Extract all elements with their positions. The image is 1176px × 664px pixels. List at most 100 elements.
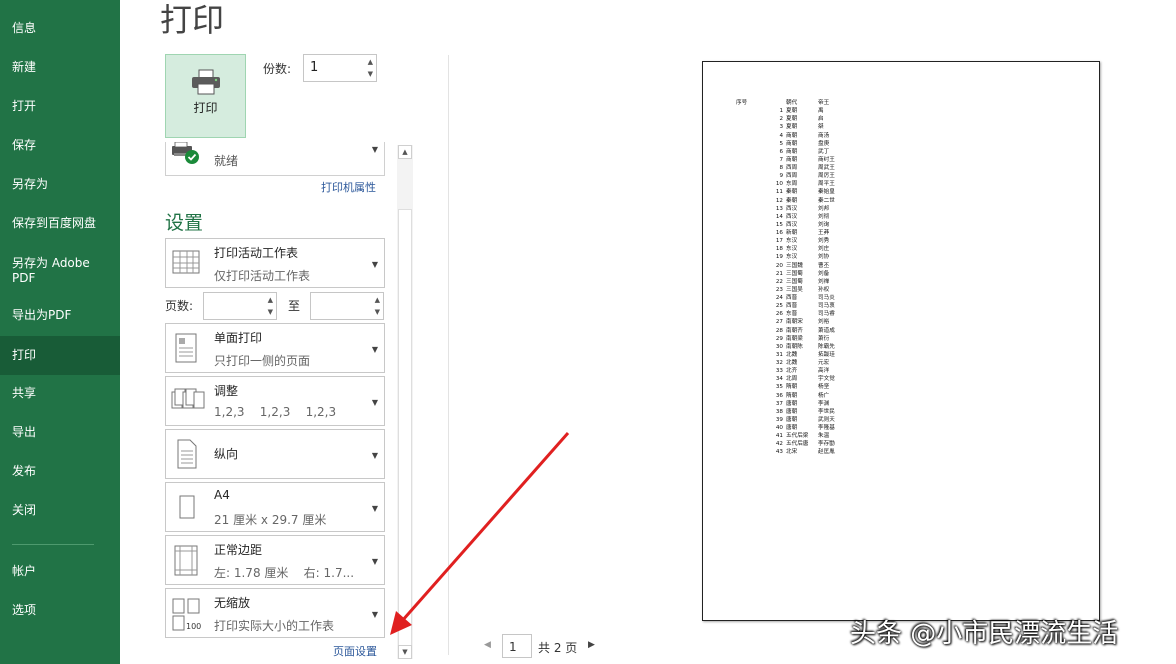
preview-cell-name: 萧衍 xyxy=(818,335,830,342)
nav-export[interactable]: 导出 xyxy=(0,425,120,440)
preview-cell-name: 桀 xyxy=(818,124,824,131)
preview-cell-name: 司马睿 xyxy=(818,311,835,318)
preview-cell-no: 32 xyxy=(775,360,783,366)
collate-dropdown[interactable]: 调整 1,2,3 1,2,3 1,2,3 ▼ xyxy=(165,376,385,426)
up-icon[interactable]: ▲ xyxy=(268,296,273,304)
chevron-down-icon: ▼ xyxy=(371,398,378,407)
preview-cell-era: 唐朝 xyxy=(786,400,798,407)
preview-cell-era: 北周 xyxy=(786,376,798,383)
preview-cell-name: 周平王 xyxy=(818,181,835,188)
scaling-dropdown[interactable]: 100 无缩放 打印实际大小的工作表 ▼ xyxy=(165,588,385,638)
chevron-down-icon: ▼ xyxy=(371,260,378,269)
printer-selector[interactable]: 就绪 ▼ xyxy=(165,142,385,176)
scroll-down-icon[interactable]: ▼ xyxy=(398,645,412,659)
preview-cell-name: 拓跋珪 xyxy=(818,351,835,358)
preview-cell-era: 东汉 xyxy=(786,254,798,261)
page-setup-link[interactable]: 页面设置 xyxy=(333,643,377,659)
nav-share[interactable]: 共享 xyxy=(0,386,120,401)
preview-cell-name: 刘禅 xyxy=(818,278,830,285)
preview-cell-no: 3 xyxy=(779,124,783,131)
preview-cell-era: 夏朝 xyxy=(786,124,798,131)
scroll-up-icon[interactable]: ▲ xyxy=(398,145,412,159)
next-page-icon[interactable]: ▶ xyxy=(588,640,595,650)
paper-sub: 21 厘米 x 29.7 厘米 xyxy=(214,513,327,527)
preview-cell-no: 24 xyxy=(775,295,783,301)
preview-cell-no: 41 xyxy=(775,433,783,440)
pages-to-label: 至 xyxy=(288,299,301,313)
preview-header-name: 帝王 xyxy=(818,100,830,106)
sides-main: 单面打印 xyxy=(214,331,263,345)
preview-cell-name: 李存勖 xyxy=(818,441,835,448)
sides-dropdown[interactable]: 单面打印 只打印一侧的页面 ▼ xyxy=(165,323,385,373)
margins-main: 正常边距 xyxy=(214,543,263,557)
print-button[interactable]: 打印 xyxy=(165,54,246,138)
copies-stepper[interactable]: 1 ▲ ▼ xyxy=(303,54,377,82)
paper-size-dropdown[interactable]: A4 21 厘米 x 29.7 厘米 ▼ xyxy=(165,482,385,532)
nav-save-baidu[interactable]: 保存到百度网盘 xyxy=(0,216,120,231)
copies-up-icon[interactable]: ▲ xyxy=(368,58,373,66)
nav-print[interactable]: 打印 xyxy=(0,336,120,375)
scaling-main: 无缩放 xyxy=(214,596,251,610)
preview-cell-name: 陈霸先 xyxy=(818,343,835,350)
preview-cell-no: 14 xyxy=(775,213,783,220)
preview-cell-no: 38 xyxy=(775,408,783,415)
pages-to-input[interactable]: ▲ ▼ xyxy=(310,292,384,320)
worksheet-icon xyxy=(172,250,200,274)
preview-cell-name: 秦二世 xyxy=(818,197,835,204)
down-icon[interactable]: ▼ xyxy=(375,308,380,316)
preview-cell-era: 南朝陈 xyxy=(786,343,803,350)
pages-from-input[interactable]: ▲ ▼ xyxy=(203,292,277,320)
nav-account[interactable]: 帐户 xyxy=(0,564,120,579)
preview-cell-no: 42 xyxy=(775,441,783,448)
nav-save-as-adobe-pdf[interactable]: 另存为 Adobe PDF xyxy=(0,256,108,286)
preview-cell-era: 西汉 xyxy=(786,205,798,212)
copies-down-icon[interactable]: ▼ xyxy=(368,70,373,78)
annotation-arrow xyxy=(390,432,570,635)
nav-options[interactable]: 选项 xyxy=(0,603,120,618)
preview-cell-no: 19 xyxy=(775,254,783,261)
preview-cell-era: 三国蜀 xyxy=(786,278,803,285)
preview-cell-era: 西周 xyxy=(786,165,798,171)
nav-info[interactable]: 信息 xyxy=(0,21,120,36)
preview-cell-no: 23 xyxy=(775,286,783,293)
nav-save-as[interactable]: 另存为 xyxy=(0,177,120,192)
preview-cell-era: 秦朝 xyxy=(786,197,798,204)
margins-sub: 左: 1.78 厘米 右: 1.7... xyxy=(214,566,355,580)
collate-icon xyxy=(171,388,205,409)
print-what-dropdown[interactable]: 打印活动工作表 仅打印活动工作表 ▼ xyxy=(165,238,385,288)
preview-cell-no: 25 xyxy=(775,303,783,310)
preview-cell-name: 司马炎 xyxy=(818,295,835,301)
nav-save[interactable]: 保存 xyxy=(0,138,120,153)
margins-dropdown[interactable]: 正常边距 左: 1.78 厘米 右: 1.7... ▼ xyxy=(165,535,385,585)
preview-cell-no: 43 xyxy=(775,449,783,456)
preview-cell-no: 21 xyxy=(775,270,783,277)
nav-export-pdf[interactable]: 导出为PDF xyxy=(0,308,120,323)
preview-cell-name: 李隆基 xyxy=(818,425,835,431)
preview-cell-era: 三国吴 xyxy=(786,286,803,293)
collate-main: 调整 xyxy=(214,384,239,398)
preview-cell-era: 秦朝 xyxy=(786,189,798,196)
nav-publish[interactable]: 发布 xyxy=(0,464,120,479)
preview-cell-no: 37 xyxy=(775,400,783,407)
orientation-dropdown[interactable]: 纵向 ▼ xyxy=(165,429,385,479)
down-icon[interactable]: ▼ xyxy=(268,308,273,316)
preview-cell-era: 西周 xyxy=(786,173,798,180)
printer-properties-link[interactable]: 打印机属性 xyxy=(321,179,376,195)
up-icon[interactable]: ▲ xyxy=(375,296,380,304)
preview-cell-name: 王莽 xyxy=(818,230,830,236)
preview-cell-no: 10 xyxy=(775,181,783,188)
preview-cell-name: 曹丕 xyxy=(818,262,830,269)
nav-new[interactable]: 新建 xyxy=(0,60,120,75)
preview-cell-no: 33 xyxy=(775,368,783,375)
nav-close[interactable]: 关闭 xyxy=(0,503,120,518)
preview-cell-name: 孙权 xyxy=(818,286,830,293)
preview-cell-era: 商朝 xyxy=(786,148,798,155)
copies-value: 1 xyxy=(310,60,319,75)
preview-cell-no: 13 xyxy=(775,205,783,212)
preview-cell-era: 夏朝 xyxy=(786,108,798,115)
preview-cell-era: 东汉 xyxy=(786,238,798,245)
watermark: 头条 @小市民漂流生活 xyxy=(850,619,1119,649)
prev-page-icon[interactable]: ◀ xyxy=(484,640,491,650)
preview-cell-name: 刘秀 xyxy=(818,238,830,245)
nav-open[interactable]: 打开 xyxy=(0,99,120,114)
